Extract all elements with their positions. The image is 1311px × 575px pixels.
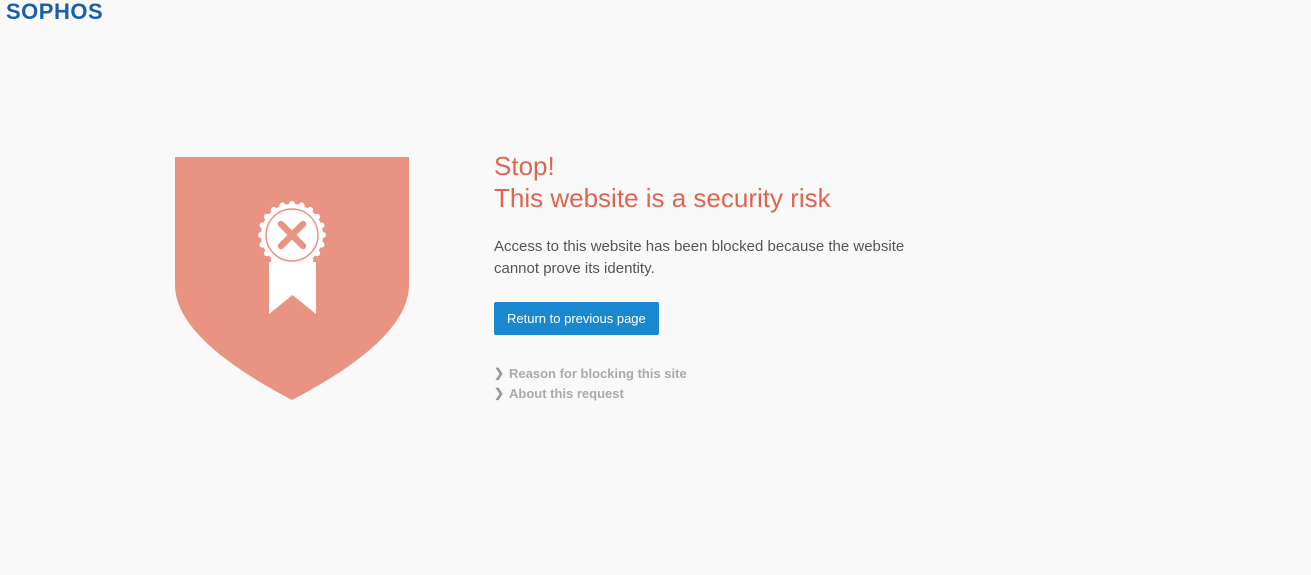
page-title: Stop! This website is a security risk bbox=[494, 150, 974, 214]
about-request-link[interactable]: ❯ About this request bbox=[494, 383, 974, 403]
details-list: ❯ Reason for blocking this site ❯ About … bbox=[494, 363, 974, 403]
chevron-right-icon: ❯ bbox=[494, 366, 505, 380]
about-request-link-label: About this request bbox=[509, 385, 624, 401]
block-page: SOPHOS Stop! This website is a security … bbox=[0, 0, 1311, 575]
block-description: Access to this website has been blocked … bbox=[494, 238, 905, 277]
alert-content: Stop! This website is a security risk Ac… bbox=[494, 150, 974, 403]
return-button[interactable]: Return to previous page bbox=[494, 302, 659, 335]
shield-icon bbox=[175, 157, 409, 401]
chevron-right-icon: ❯ bbox=[494, 386, 505, 400]
reason-link[interactable]: ❯ Reason for blocking this site bbox=[494, 363, 974, 383]
title-risk: This website is a security risk bbox=[494, 183, 831, 213]
reason-link-label: Reason for blocking this site bbox=[509, 365, 687, 381]
sophos-logo: SOPHOS bbox=[6, 0, 104, 24]
title-stop: Stop! bbox=[494, 151, 555, 181]
